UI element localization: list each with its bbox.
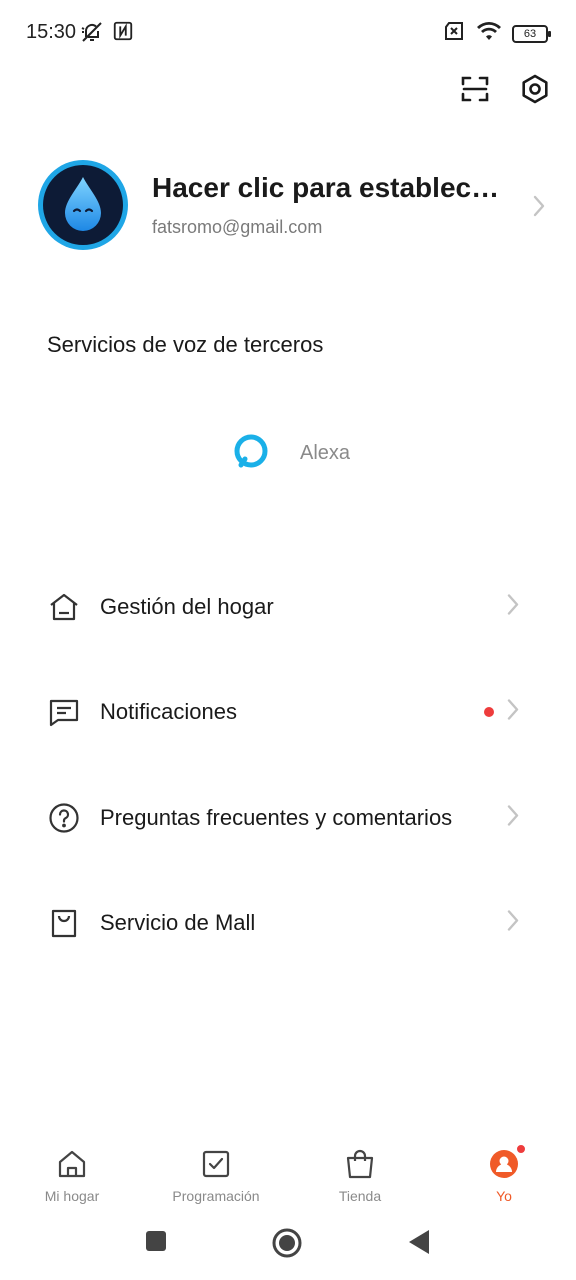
profile-email: fatsromo@gmail.com xyxy=(152,217,323,237)
notification-badge xyxy=(516,1144,526,1154)
system-nav-bar xyxy=(0,1212,576,1280)
chevron-right-icon xyxy=(506,803,520,832)
checkbox-icon xyxy=(200,1148,232,1180)
mute-bell-icon xyxy=(80,20,104,49)
home-icon xyxy=(56,1148,88,1180)
menu-label: Servicio de Mall xyxy=(100,910,256,936)
home-nav-icon[interactable] xyxy=(272,1228,302,1263)
shopping-bag-icon xyxy=(344,1148,376,1180)
chevron-right-icon xyxy=(532,194,546,223)
voice-services-title: Servicios de voz de terceros xyxy=(47,332,324,357)
tab-label: Programación xyxy=(172,1188,260,1204)
bottom-tab-bar: Mi hogar Programación Tienda Yo xyxy=(0,1140,576,1210)
profile-name[interactable]: Hacer clic para establecer el nombre xyxy=(152,172,512,204)
message-icon xyxy=(48,696,80,728)
menu-item-notifications[interactable]: Notificaciones xyxy=(0,660,576,766)
alexa-label: Alexa xyxy=(300,442,351,464)
menu-item-faq[interactable]: Preguntas frecuentes y comentarios xyxy=(0,765,576,871)
tab-label: Tienda xyxy=(338,1188,382,1204)
tab-tienda[interactable]: Tienda xyxy=(288,1140,432,1210)
scan-icon[interactable] xyxy=(458,72,492,106)
user-icon xyxy=(488,1144,526,1180)
tab-programacion[interactable]: Programación xyxy=(144,1140,288,1210)
menu-item-home-management[interactable]: Gestión del hogar xyxy=(0,554,576,660)
wifi-icon xyxy=(476,20,502,47)
status-bar: 15:30 63 xyxy=(0,0,576,66)
home-manage-icon xyxy=(48,591,80,623)
alexa-icon xyxy=(232,432,270,475)
tab-label: Mi hogar xyxy=(44,1188,100,1204)
avatar[interactable] xyxy=(38,160,128,250)
chevron-right-icon xyxy=(506,698,520,727)
sim-off-icon xyxy=(442,20,466,47)
menu-list: Gestión del hogar Notificaciones Pregunt… xyxy=(0,554,576,976)
status-time: 15:30 xyxy=(26,21,77,43)
alexa-item[interactable]: Alexa xyxy=(232,432,350,475)
tab-mi-hogar[interactable]: Mi hogar xyxy=(0,1140,144,1210)
water-drop-icon xyxy=(65,177,101,231)
battery-icon: 63 xyxy=(512,24,551,43)
chevron-right-icon xyxy=(506,592,520,621)
chevron-right-icon xyxy=(506,909,520,938)
recent-apps-icon[interactable] xyxy=(145,1230,167,1257)
tab-yo[interactable]: Yo xyxy=(432,1140,576,1210)
menu-label: Notificaciones xyxy=(100,699,237,725)
notification-dot xyxy=(484,707,494,718)
menu-label: Preguntas frecuentes y comentarios xyxy=(100,804,453,830)
tab-label: Yo xyxy=(496,1188,512,1204)
nfc-icon xyxy=(112,20,134,49)
back-icon[interactable] xyxy=(408,1229,430,1260)
bag-icon xyxy=(48,907,80,939)
top-actions xyxy=(458,72,552,106)
menu-item-mall-service[interactable]: Servicio de Mall xyxy=(0,871,576,977)
help-icon xyxy=(48,802,80,834)
menu-label: Gestión del hogar xyxy=(100,593,274,619)
profile-card[interactable]: Hacer clic para establecer el nombre fat… xyxy=(38,160,548,252)
settings-icon[interactable] xyxy=(518,72,552,106)
